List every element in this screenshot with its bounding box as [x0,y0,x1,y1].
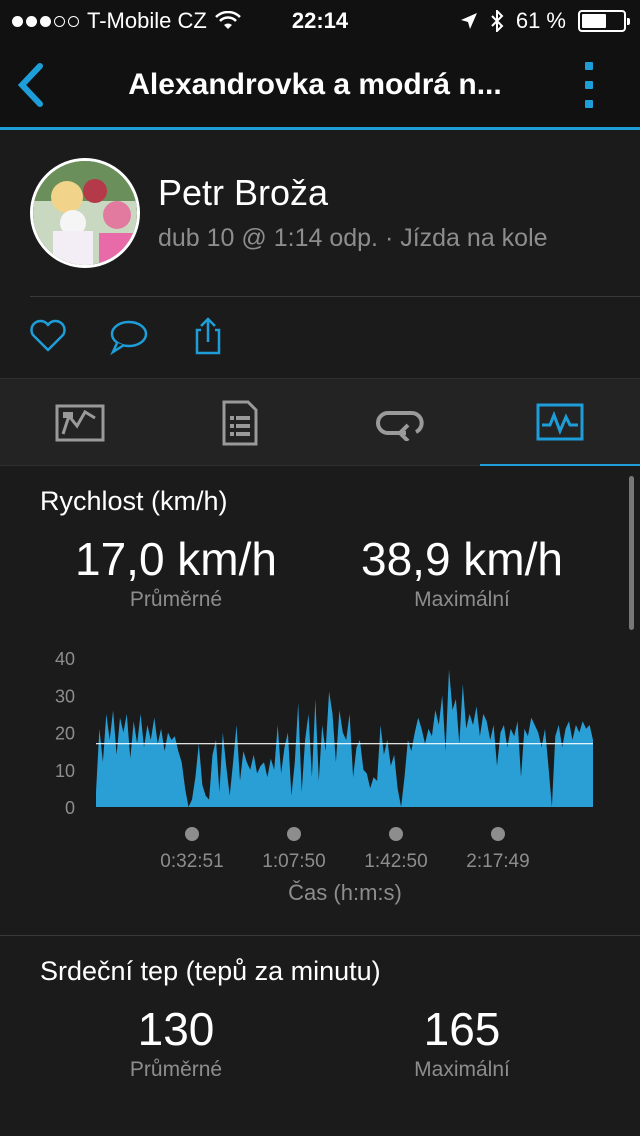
like-heart-icon[interactable] [28,316,68,356]
speed-average: 17,0 km/h Průměrné [46,532,306,612]
heart-rate-average: 130 Průměrné [46,1002,306,1082]
heart-rate-average-value: 130 [137,1003,215,1055]
page-title: Alexandrovka a modrá n... [128,68,502,101]
navigation-bar: Alexandrovka a modrá n... [0,40,640,130]
x-tick-marker [389,827,403,841]
x-tick-label: 2:17:49 [466,851,529,872]
status-bar: T-Mobile CZ 22:14 61 % [0,0,640,40]
tab-laps[interactable] [320,379,480,467]
heart-rate-maximum-value: 165 [423,1003,501,1055]
y-tick-label: 10 [55,761,75,781]
x-tick-label: 1:42:50 [364,851,427,872]
x-tick-label: 0:32:51 [160,851,223,872]
bluetooth-icon [491,10,504,32]
x-tick-marker [287,827,301,841]
tab-map[interactable] [0,379,160,467]
heart-rate-average-label: Průměrné [129,1058,223,1081]
location-arrow-icon [460,13,477,29]
speed-maximum-value: 38,9 km/h [361,533,563,585]
y-tick-label: 20 [55,724,75,744]
y-tick-label: 0 [65,798,75,818]
speed-title: Rychlost (km/h) [40,486,228,516]
share-icon[interactable] [188,316,228,356]
y-tick-label: 40 [55,649,75,669]
x-tick-marker [491,827,505,841]
y-tick-label: 30 [55,686,75,706]
document-icon [222,400,258,446]
speed-maximum: 38,9 km/h Maximální [332,532,592,612]
divider [30,296,640,297]
heart-rate-maximum: 165 Maximální [332,1002,592,1082]
tab-charts[interactable] [480,379,640,467]
speed-average-label: Průměrné [129,588,223,611]
comment-icon[interactable] [108,316,148,356]
heart-rate-title: Srdeční tep (tepů za minutu) [40,956,381,986]
speed-area-series [96,669,593,807]
battery-icon [578,10,630,32]
scrollbar[interactable] [629,476,634,630]
x-axis-label: Čas (h:m:s) [288,880,402,905]
activity-meta: dub 10 @ 1:14 odp. · Jízda na kole [158,224,548,252]
back-icon[interactable] [14,62,48,108]
user-name[interactable]: Petr Broža [158,172,328,214]
speed-maximum-label: Maximální [414,588,510,611]
loop-icon [376,411,424,441]
map-icon [55,404,105,442]
chart-icon [536,403,584,440]
heart-rate-section: Srdeční tep (tepů za minutu) 130 Průměrn… [0,936,640,1136]
heart-rate-maximum-label: Maximální [414,1058,510,1081]
speed-average-value: 17,0 km/h [75,533,277,585]
tab-details[interactable] [160,379,320,467]
avatar[interactable] [30,158,140,268]
activity-header: Petr Broža dub 10 @ 1:14 odp. · Jízda na… [0,130,640,378]
activity-tabs [0,378,640,467]
x-tick-label: 1:07:50 [262,851,325,872]
speed-chart[interactable]: 40 30 20 10 0 0:32:51 1:07:50 1:42:50 2:17:49 Čas… [40,644,600,914]
more-options-icon[interactable] [582,62,596,108]
x-tick-marker [185,827,199,841]
battery-percent: 61 % [515,8,566,33]
